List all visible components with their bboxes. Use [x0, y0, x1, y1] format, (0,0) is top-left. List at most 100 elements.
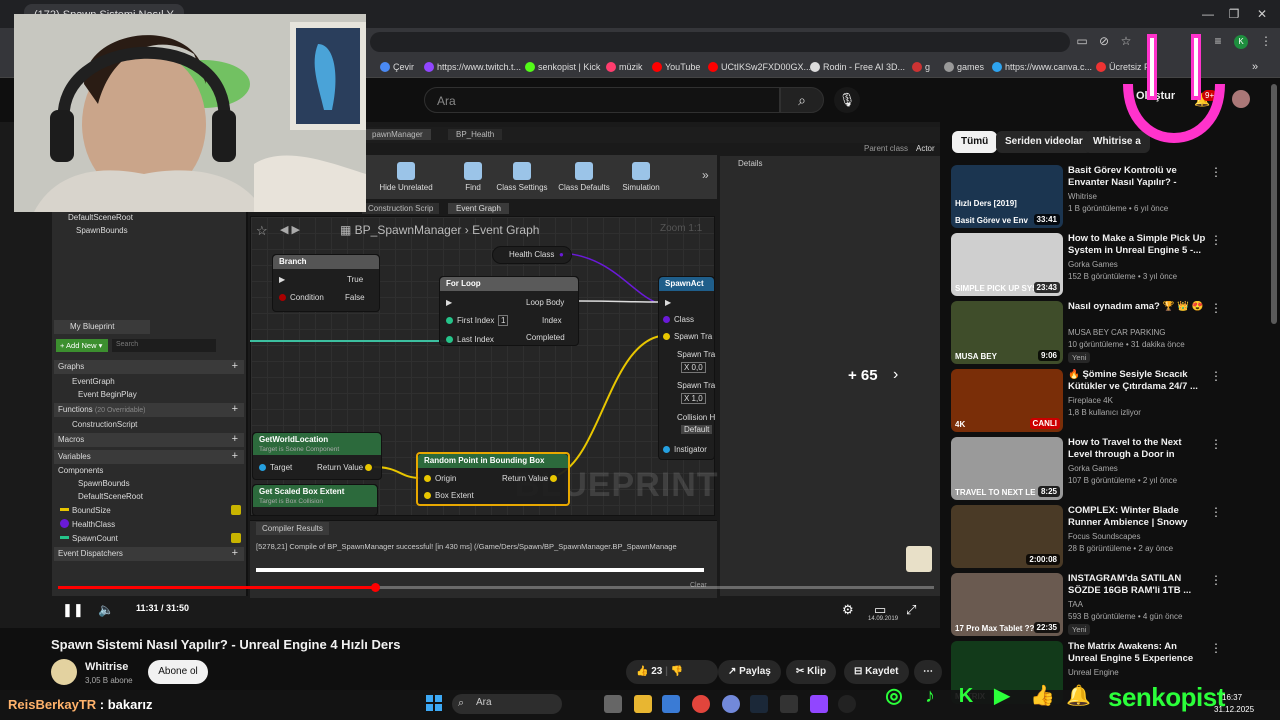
pause-icon[interactable]: ❚❚ [62, 602, 84, 618]
recommendation-card[interactable]: SIMPLE PICK UP SYSTEM 23:43 How to Make a … [950, 233, 1270, 297]
fullscreen-icon[interactable]: ⤢ [906, 602, 916, 618]
channel-name[interactable]: Whitrise [85, 661, 128, 673]
recommendation-card[interactable]: TRAVEL TO NEXT LE 8:25 How to Travel to th… [950, 437, 1270, 501]
taskbar-search[interactable]: Ara [452, 694, 562, 714]
rec-channel[interactable]: MUSA BEY CAR PARKING [1068, 328, 1166, 337]
chevron-right-icon[interactable]: › [893, 366, 898, 384]
bookmarks-overflow-icon[interactable]: » [1252, 59, 1258, 75]
epic-games-icon[interactable] [780, 695, 798, 713]
rec-title[interactable]: How to Travel to the Next Level through … [1068, 437, 1206, 461]
chrome-icon[interactable] [692, 695, 710, 713]
share-button[interactable]: ↗ Paylaş [718, 660, 781, 684]
tool-label: Class Settings [496, 183, 548, 192]
bookmark-1[interactable]: https://www.twitch.t... [424, 59, 521, 75]
settings-gear-icon[interactable]: ⚙ [842, 602, 854, 618]
bookmark-3[interactable]: müzik [606, 59, 643, 75]
functions-section: Functions (20 Overridable) + [54, 403, 244, 417]
recommendation-card[interactable]: MUSA BEY 9:06 Nasıl oynadım ama? 🏆 👑 😍 MUSA… [950, 301, 1270, 365]
ue-details-panel [720, 156, 940, 596]
recommendation-card[interactable]: 2:00:08 COMPLEX: Winter Blade Runner Ambi… [950, 505, 1270, 569]
thumbs-up-icon: 👍 [1030, 685, 1055, 707]
video-thumbnail[interactable]: Hızlı Ders [2019] Basit Görev ve Env 33:41 [951, 165, 1063, 228]
rec-channel[interactable]: Fireplace 4K [1068, 396, 1113, 405]
search-input[interactable]: Ara [424, 87, 780, 113]
rec-channel[interactable]: Whitrise [1068, 192, 1097, 201]
tiktok-icon: ♪ [925, 685, 935, 707]
progress-scrubber[interactable] [371, 583, 380, 592]
rec-title[interactable]: 🔥 Şömine Sesiyle Sıcacık Kütükler ve Çıt… [1068, 369, 1206, 393]
video-thumbnail[interactable]: TRAVEL TO NEXT LE 8:25 [951, 437, 1063, 500]
construction-script-item: ConstructionScript [72, 420, 138, 429]
more-videos-count[interactable]: + 65 [848, 367, 878, 384]
more-vert-icon[interactable]: ⋮ [1210, 505, 1222, 519]
recommendation-card[interactable]: 4K CANLI 🔥 Şömine Sesiyle Sıcacık Kütükler… [950, 369, 1270, 433]
twitch-icon[interactable] [810, 695, 828, 713]
streamer-name: senkopist [1108, 682, 1225, 712]
bookmark-2[interactable]: senkopist | Kick [525, 59, 600, 75]
close-window-button[interactable]: ✕ [1244, 4, 1280, 24]
rec-title[interactable]: Nasıl oynadım ama? 🏆 👑 😍 [1068, 301, 1206, 313]
unreal-icon[interactable] [838, 695, 856, 713]
video-thumbnail[interactable]: SIMPLE PICK UP SYSTEM 23:43 [951, 233, 1063, 296]
video-thumbnail[interactable]: 17 Pro Max Tablet ?? 22:35 [951, 573, 1063, 636]
more-vert-icon[interactable]: ⋮ [1210, 369, 1222, 383]
recommendation-card[interactable]: Hızlı Ders [2019] Basit Görev ve Env 33:41… [950, 165, 1270, 229]
avatar[interactable] [1232, 90, 1250, 108]
bookmark-4[interactable]: YouTube [652, 59, 700, 75]
bookmark-8[interactable]: games [944, 59, 984, 75]
video-thumbnail[interactable]: 4K CANLI [951, 369, 1063, 432]
recommendation-card[interactable]: 17 Pro Max Tablet ?? 22:35 INSTAGRAM'da SA… [950, 573, 1270, 637]
rec-title[interactable]: INSTAGRAM'da SATILAN SÖZDE 16GB RAM'li 1… [1068, 573, 1206, 597]
bookmark-7[interactable]: g [912, 59, 930, 75]
save-button[interactable]: ⊟ Kaydet [844, 660, 909, 684]
rec-channel[interactable]: TAA [1068, 600, 1083, 609]
mic-icon[interactable]: 🎙 [834, 87, 860, 113]
subscribe-button[interactable]: Abone ol [148, 660, 208, 684]
rec-channel[interactable]: Gorka Games [1068, 260, 1118, 269]
bookmark-6[interactable]: Rodin - Free AI 3D... [810, 59, 905, 75]
url-field[interactable] [370, 32, 1070, 52]
chip-all[interactable]: Tümü [952, 131, 998, 153]
rec-title[interactable]: How to Make a Simple Pick Up System in U… [1068, 233, 1206, 257]
more-vert-icon[interactable]: ⋮ [1210, 437, 1222, 451]
rec-title[interactable]: Basit Görev Kontrolü ve Envanter Nasıl Y… [1068, 165, 1206, 189]
file-explorer-icon[interactable] [634, 695, 652, 713]
video-thumbnail[interactable]: MUSA BEY 9:06 [951, 301, 1063, 364]
rec-channel[interactable]: Unreal Engine [1068, 668, 1119, 677]
rec-title[interactable]: COMPLEX: Winter Blade Runner Ambience | … [1068, 505, 1206, 529]
more-vert-icon[interactable]: ⋮ [1258, 34, 1274, 50]
profile-avatar[interactable]: K [1234, 35, 1248, 49]
more-vert-icon[interactable]: ⋮ [1210, 233, 1222, 247]
channel-avatar[interactable] [51, 659, 77, 685]
rec-title[interactable]: The Matrix Awakens: An Unreal Engine 5 E… [1068, 641, 1206, 665]
tool-label: Hide Unrelated [379, 183, 433, 192]
more-actions-button[interactable]: ⋯ [914, 660, 942, 684]
bookmark-9[interactable]: https://www.canva.c... [992, 59, 1092, 75]
clip-button[interactable]: ✂ Klip [786, 660, 837, 684]
more-vert-icon[interactable]: ⋮ [1210, 301, 1222, 315]
chip-series[interactable]: Seriden videolar [996, 131, 1092, 153]
volume-icon[interactable]: 🔈 [98, 602, 114, 618]
theater-mode-icon[interactable]: ▭ [874, 602, 886, 618]
steam-icon[interactable] [750, 695, 768, 713]
more-vert-icon[interactable]: ⋮ [1210, 641, 1222, 655]
task-view-icon[interactable] [604, 695, 622, 713]
search-button[interactable]: ⌕ [780, 87, 824, 113]
windows-start-icon[interactable] [426, 695, 442, 711]
more-vert-icon[interactable]: ⋮ [1210, 165, 1222, 179]
more-vert-icon[interactable]: ⋮ [1210, 573, 1222, 587]
store-icon[interactable] [662, 695, 680, 713]
scrollbar[interactable] [1271, 84, 1277, 324]
cast-icon[interactable]: ▭ [1074, 34, 1090, 50]
plus-icon: + [231, 360, 238, 372]
class-defaults-icon [575, 162, 593, 180]
rec-channel[interactable]: Gorka Games [1068, 464, 1118, 473]
like-button[interactable]: 👍 23 | 👎 [626, 660, 718, 684]
discord-icon[interactable] [722, 695, 740, 713]
bookmark-0[interactable]: Çevir [380, 59, 414, 75]
video-thumbnail[interactable]: 2:00:08 [951, 505, 1063, 568]
component-item: SpawnBounds [76, 226, 128, 235]
rec-channel[interactable]: Focus Soundscapes [1068, 532, 1141, 541]
bookmark-5[interactable]: UCtIKSw2FXD00GX... [708, 59, 811, 75]
hide-icon[interactable]: ⊘ [1096, 34, 1112, 50]
